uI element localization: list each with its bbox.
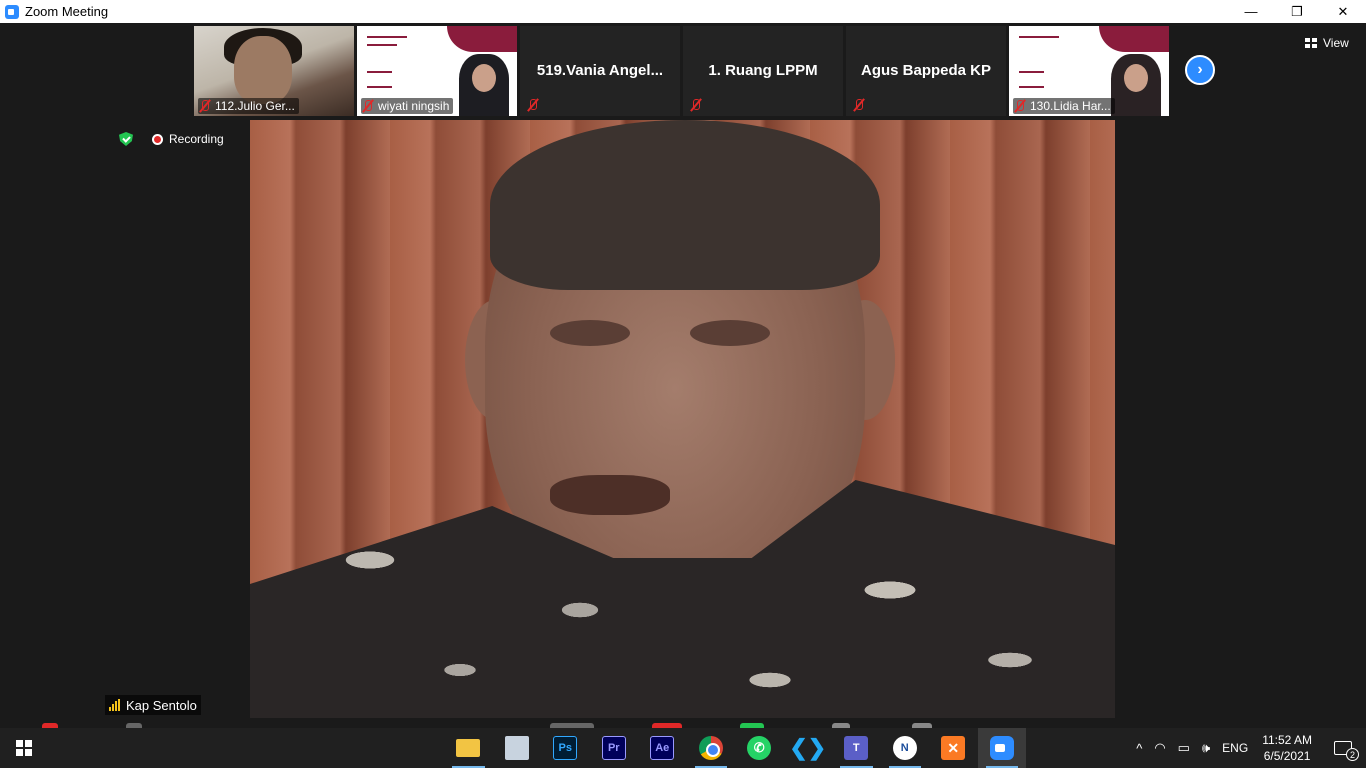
start-button[interactable]	[0, 728, 48, 768]
whatsapp-icon: ✆	[747, 736, 772, 760]
speaker-mouth	[550, 475, 670, 515]
chrome-icon	[698, 736, 723, 760]
action-center-button[interactable]: 2	[1320, 728, 1366, 768]
next-page-button[interactable]: ›	[1185, 55, 1215, 85]
after-effects-icon: Ae	[650, 736, 675, 760]
volume-icon[interactable]: 🕪	[1196, 728, 1216, 768]
zoom-icon	[989, 736, 1014, 760]
taskbar-vscode[interactable]: ❮❯	[784, 728, 833, 768]
show-hidden-icons-chevron-icon[interactable]: ^	[1130, 728, 1148, 768]
participant-tile[interactable]: Agus Bappeda KP	[846, 26, 1006, 116]
speaker-eye	[550, 320, 630, 346]
active-speaker-name: Kap Sentolo	[126, 697, 197, 713]
battery-icon[interactable]: ▭	[1172, 728, 1196, 768]
encryption-shield-icon[interactable]	[119, 132, 133, 146]
participant-label: 130.Lidia Har...	[1013, 98, 1115, 114]
taskbar-chrome[interactable]	[687, 728, 736, 768]
taskbar-xampp[interactable]: ✕	[929, 728, 978, 768]
participant-video	[1111, 54, 1161, 116]
taskbar-whatsapp[interactable]: ✆	[735, 728, 784, 768]
participant-strip: 112.Julio Ger... wiyati ningsih 519.Vani…	[194, 26, 1169, 118]
microsoft-app-icon: N	[892, 736, 917, 760]
participant-label: 112.Julio Ger...	[198, 98, 299, 114]
language-indicator[interactable]: ENG	[1216, 728, 1254, 768]
slide-decoration	[367, 71, 392, 73]
xampp-icon: ✕	[941, 736, 966, 760]
active-speaker-label: Kap Sentolo	[105, 695, 201, 715]
participant-tile[interactable]: 130.Lidia Har...	[1009, 26, 1169, 116]
participant-tile[interactable]: wiyati ningsih	[357, 26, 517, 116]
mic-muted-icon	[689, 98, 703, 112]
participant-name: 130.Lidia Har...	[1030, 99, 1111, 113]
slide-decoration	[1019, 86, 1044, 88]
participant-video	[234, 36, 292, 104]
taskbar-teams[interactable]: T	[832, 728, 881, 768]
view-button-label: View	[1323, 36, 1349, 50]
mic-muted-icon	[1013, 99, 1027, 113]
connection-signal-icon	[109, 699, 120, 711]
participant-tile[interactable]: 1. Ruang LPPM	[683, 26, 843, 116]
participant-name: Agus Bappeda KP	[860, 62, 992, 79]
participant-name: 112.Julio Ger...	[215, 99, 295, 113]
participant-name: wiyati ningsih	[378, 99, 450, 113]
photoshop-icon: Ps	[553, 736, 578, 760]
participant-tile[interactable]: 519.Vania Angel...	[520, 26, 680, 116]
slide-decoration	[1019, 36, 1059, 38]
shared-slide-thumbnail	[447, 26, 517, 52]
clock-date: 6/5/2021	[1263, 749, 1311, 763]
taskbar-microsoft-app[interactable]: N	[881, 728, 930, 768]
recording-indicator[interactable]: Recording	[152, 132, 224, 146]
mic-muted-icon	[361, 99, 375, 113]
taskbar-photos[interactable]	[493, 728, 542, 768]
slide-decoration	[367, 44, 397, 46]
participant-name: 519.Vania Angel...	[536, 62, 664, 79]
notification-count: 2	[1346, 748, 1359, 761]
view-button[interactable]: View	[1305, 33, 1349, 53]
window-controls: — ❐ ✕	[1228, 0, 1366, 23]
mic-muted-icon	[526, 98, 540, 112]
slide-decoration	[367, 86, 392, 88]
taskbar-after-effects[interactable]: Ae	[638, 728, 687, 768]
participant-tile[interactable]: 112.Julio Ger...	[194, 26, 354, 116]
slide-decoration	[367, 36, 407, 38]
windows-logo-icon	[16, 740, 32, 756]
speaker-eye	[690, 320, 770, 346]
restore-button[interactable]: ❐	[1274, 0, 1320, 23]
active-speaker-video	[250, 120, 1115, 718]
window-title: Zoom Meeting	[25, 4, 109, 19]
taskbar-photoshop[interactable]: Ps	[541, 728, 590, 768]
speaker-hair	[490, 120, 880, 290]
minimize-button[interactable]: —	[1228, 0, 1274, 23]
taskbar-apps: Ps Pr Ae ✆ ❮❯ T N ✕	[444, 728, 1026, 768]
grid-view-icon	[1305, 38, 1317, 48]
slide-decoration	[1019, 71, 1044, 73]
windows-taskbar: Ps Pr Ae ✆ ❮❯ T N ✕ ^ ◠ ▭ 🕪 ENG 11:52 AM…	[0, 728, 1366, 768]
photos-icon	[504, 736, 529, 760]
taskbar-file-explorer[interactable]	[444, 728, 493, 768]
folder-icon	[456, 739, 481, 757]
clock-time: 11:52 AM	[1262, 733, 1312, 747]
taskbar-premiere[interactable]: Pr	[590, 728, 639, 768]
teams-icon: T	[844, 736, 869, 760]
mic-muted-icon	[198, 99, 212, 113]
participant-video	[459, 54, 509, 116]
window-titlebar: Zoom Meeting — ❐ ✕	[0, 0, 1366, 23]
wifi-icon[interactable]: ◠	[1148, 728, 1171, 768]
participant-name: 1. Ruang LPPM	[708, 62, 818, 79]
zoom-app-icon	[5, 4, 19, 19]
recording-dot-icon	[152, 133, 163, 145]
recording-label: Recording	[169, 132, 224, 146]
vscode-icon: ❮❯	[789, 735, 827, 760]
shared-slide-thumbnail	[1099, 26, 1169, 52]
participant-label: wiyati ningsih	[361, 98, 454, 114]
premiere-icon: Pr	[601, 736, 626, 760]
meeting-area: 112.Julio Ger... wiyati ningsih 519.Vani…	[0, 23, 1366, 729]
close-button[interactable]: ✕	[1320, 0, 1366, 23]
taskbar-zoom[interactable]	[977, 728, 1026, 768]
system-tray: ^ ◠ ▭ 🕪 ENG 11:52 AM 6/5/2021 2	[1130, 728, 1366, 768]
taskbar-clock[interactable]: 11:52 AM 6/5/2021	[1254, 732, 1320, 764]
mic-muted-icon	[852, 98, 866, 112]
